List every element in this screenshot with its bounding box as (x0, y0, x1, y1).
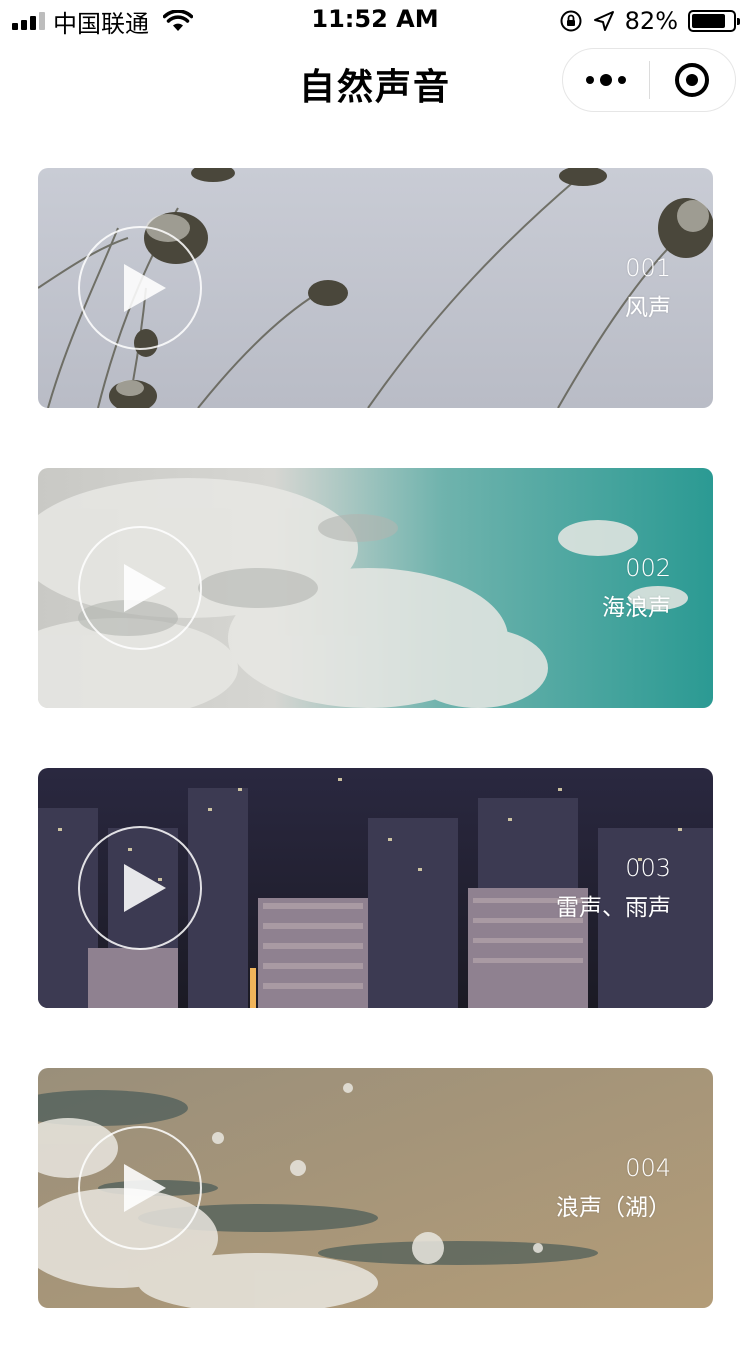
sound-name: 海浪声 (602, 595, 671, 621)
play-button[interactable] (78, 826, 202, 950)
more-icon (585, 76, 594, 84)
play-icon (124, 264, 166, 312)
card-meta: 003 雷声、雨声 (556, 852, 671, 924)
sound-number: 001 (625, 254, 671, 282)
miniprogram-capsule (562, 48, 736, 112)
play-icon (124, 564, 166, 612)
card-meta: 001 风声 (625, 252, 671, 324)
close-miniprogram-button[interactable] (650, 48, 736, 112)
card-meta: 004 浪声（湖） (556, 1152, 671, 1224)
location-icon (593, 11, 614, 31)
sound-card-thunder-rain[interactable]: 003 雷声、雨声 (38, 768, 713, 1008)
play-button[interactable] (78, 526, 202, 650)
sound-number: 002 (625, 554, 671, 582)
play-icon (124, 864, 166, 912)
more-button[interactable] (563, 48, 649, 112)
play-icon (124, 1164, 166, 1212)
sound-card-ocean[interactable]: 002 海浪声 (38, 468, 713, 708)
battery-icon (688, 10, 740, 32)
status-bar: 中国联通 11:52 AM 82% (0, 0, 750, 40)
sound-name: 风声 (625, 295, 671, 321)
sound-card-lake[interactable]: 004 浪声（湖） (38, 1068, 713, 1308)
sound-list: 001 风声 002 海浪声 003 雷声、雨声 004 浪声（湖） (38, 168, 713, 1368)
sound-number: 003 (625, 854, 671, 882)
play-button[interactable] (78, 1126, 202, 1250)
play-button[interactable] (78, 226, 202, 350)
nav-bar: 自然声音 (0, 40, 750, 128)
card-meta: 002 海浪声 (602, 552, 671, 624)
battery-percent: 82% (624, 7, 678, 35)
status-right: 82% (559, 6, 740, 36)
sound-name: 浪声（湖） (556, 1195, 671, 1221)
close-miniprogram-icon (675, 63, 710, 97)
sound-name: 雷声、雨声 (556, 895, 671, 921)
sound-number: 004 (625, 1154, 671, 1182)
sound-card-wind[interactable]: 001 风声 (38, 168, 713, 408)
orientation-lock-icon (560, 10, 582, 32)
